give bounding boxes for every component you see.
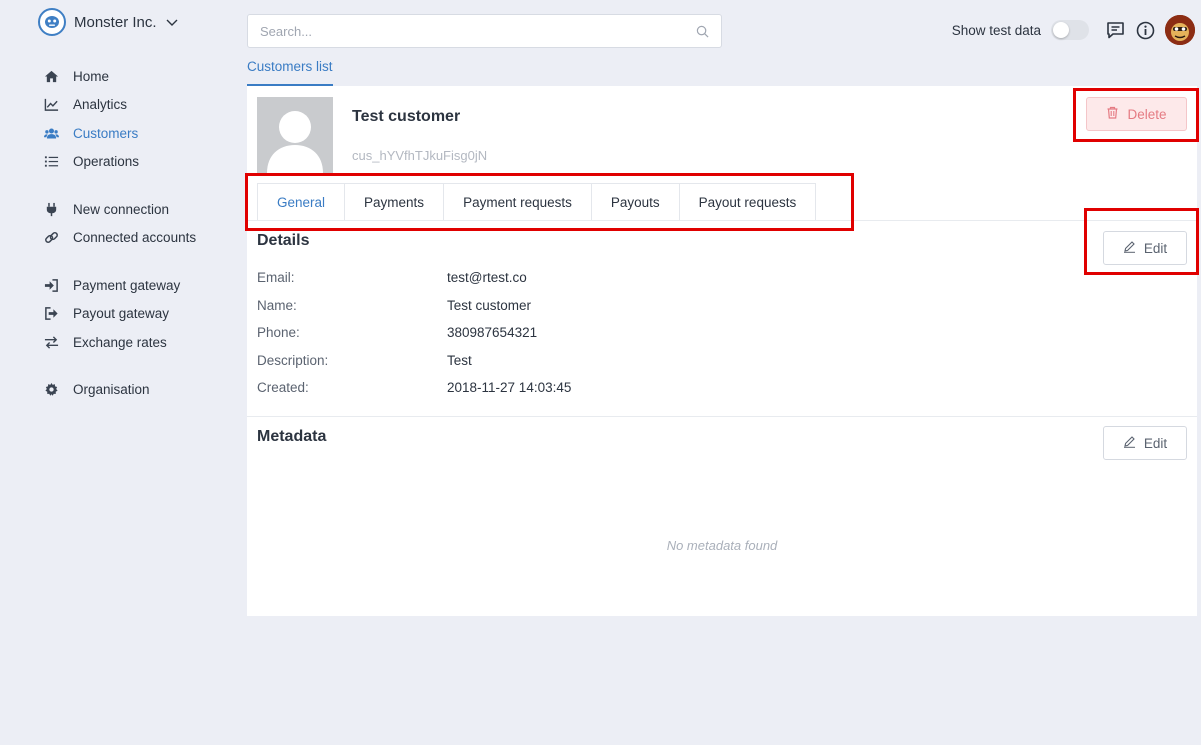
customer-panel: Test customer cus_hYVfhTJkuFisg0jN Delet… bbox=[247, 86, 1197, 616]
sidebar-item-label: Payment gateway bbox=[73, 277, 181, 293]
test-data-toggle[interactable] bbox=[1051, 20, 1089, 40]
description-value: Test bbox=[447, 353, 472, 368]
customer-tabs: General Payments Payment requests Payout… bbox=[257, 183, 817, 221]
test-data-label: Show test data bbox=[951, 22, 1041, 38]
sidebar-item-new-connection[interactable]: New connection bbox=[44, 198, 234, 220]
email-value: test@rtest.co bbox=[447, 270, 527, 285]
plug-icon bbox=[44, 202, 73, 217]
sign-out-icon bbox=[44, 306, 73, 321]
tab-payouts[interactable]: Payouts bbox=[590, 183, 680, 221]
pencil-icon bbox=[1123, 435, 1136, 451]
tabs-divider bbox=[247, 220, 1197, 221]
chevron-down-icon bbox=[165, 15, 179, 29]
list-icon bbox=[44, 154, 73, 169]
sidebar-item-label: Analytics bbox=[73, 96, 128, 112]
metadata-empty-message: No metadata found bbox=[666, 538, 778, 553]
sign-in-icon bbox=[44, 278, 73, 293]
customer-name: Test customer bbox=[352, 108, 461, 125]
user-avatar[interactable] bbox=[1165, 15, 1195, 45]
gear-icon bbox=[44, 382, 73, 397]
phone-value: 380987654321 bbox=[447, 325, 538, 340]
info-icon[interactable] bbox=[1135, 20, 1155, 40]
section-divider bbox=[247, 416, 1197, 417]
search-icon[interactable] bbox=[696, 25, 709, 38]
sidebar-item-label: Exchange rates bbox=[73, 334, 167, 350]
trash-icon bbox=[1106, 106, 1119, 122]
name-label: Name: bbox=[257, 298, 297, 313]
created-label: Created: bbox=[257, 380, 309, 395]
users-icon bbox=[44, 126, 73, 141]
top-right-controls: Show test data bbox=[952, 14, 1195, 46]
sidebar-item-label: Home bbox=[73, 68, 110, 84]
edit-details-button[interactable]: Edit bbox=[1103, 231, 1187, 265]
sidebar-item-label: Payout gateway bbox=[73, 305, 170, 321]
tab-general[interactable]: General bbox=[257, 183, 346, 221]
sidebar-item-organisation[interactable]: Organisation bbox=[44, 378, 234, 400]
delete-label: Delete bbox=[1127, 106, 1167, 122]
org-logo bbox=[38, 8, 66, 36]
search-input[interactable] bbox=[260, 23, 696, 39]
edit-label: Edit bbox=[1143, 240, 1168, 256]
sidebar-item-payment-gateway[interactable]: Payment gateway bbox=[44, 274, 234, 296]
exchange-icon bbox=[44, 335, 73, 350]
search-box[interactable] bbox=[247, 14, 722, 48]
edit-metadata-button[interactable]: Edit bbox=[1103, 426, 1187, 460]
chart-icon bbox=[44, 97, 73, 112]
edit-label: Edit bbox=[1143, 435, 1168, 451]
email-label: Email: bbox=[257, 270, 295, 285]
name-value: Test customer bbox=[447, 298, 532, 313]
created-value: 2018-11-27 14:03:45 bbox=[447, 380, 572, 395]
sidebar-item-exchange-rates[interactable]: Exchange rates bbox=[44, 331, 234, 353]
sidebar-item-operations[interactable]: Operations bbox=[44, 150, 234, 172]
sidebar-item-home[interactable]: Home bbox=[44, 65, 234, 87]
tab-payout-requests[interactable]: Payout requests bbox=[678, 183, 817, 221]
sidebar-item-label: New connection bbox=[73, 201, 170, 217]
sidebar-item-label: Operations bbox=[73, 153, 140, 169]
sidebar-item-payout-gateway[interactable]: Payout gateway bbox=[44, 302, 234, 324]
delete-button[interactable]: Delete bbox=[1086, 97, 1187, 131]
feedback-icon[interactable] bbox=[1105, 20, 1125, 40]
toggle-knob bbox=[1053, 22, 1069, 38]
customer-avatar bbox=[257, 97, 333, 173]
org-switcher[interactable]: Monster Inc. bbox=[38, 8, 179, 36]
sidebar-item-label: Customers bbox=[73, 125, 139, 141]
details-title: Details bbox=[257, 232, 310, 249]
sidebar-item-customers[interactable]: Customers bbox=[44, 122, 234, 144]
org-name: Monster Inc. bbox=[74, 13, 157, 31]
home-icon bbox=[44, 69, 73, 84]
sidebar-item-connected-accounts[interactable]: Connected accounts bbox=[44, 226, 234, 248]
description-label: Description: bbox=[257, 353, 329, 368]
sidebar-item-label: Organisation bbox=[73, 381, 150, 397]
breadcrumb-customers-list[interactable]: Customers list bbox=[247, 59, 333, 86]
phone-label: Phone: bbox=[257, 325, 300, 340]
tab-payments[interactable]: Payments bbox=[344, 183, 445, 221]
sidebar-item-label: Connected accounts bbox=[73, 229, 197, 245]
customer-id: cus_hYVfhTJkuFisg0jN bbox=[352, 148, 488, 163]
link-icon bbox=[44, 230, 73, 245]
metadata-title: Metadata bbox=[257, 428, 327, 445]
pencil-icon bbox=[1123, 240, 1136, 256]
tab-payment-requests[interactable]: Payment requests bbox=[443, 183, 592, 221]
sidebar-item-analytics[interactable]: Analytics bbox=[44, 93, 234, 115]
